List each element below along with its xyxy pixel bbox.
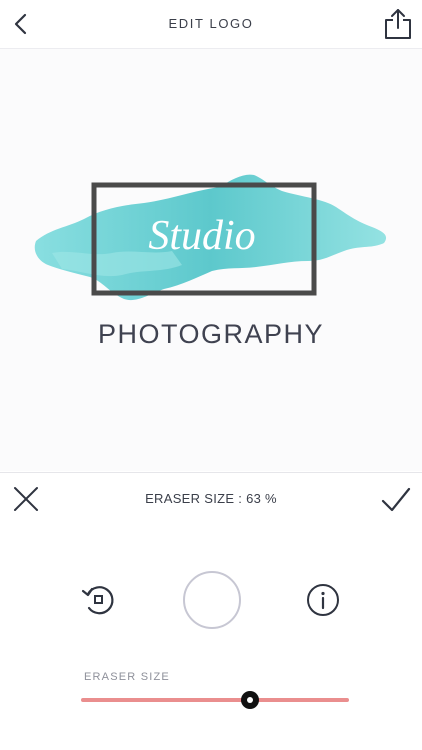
info-icon[interactable]: [306, 583, 340, 617]
eraser-size-slider-track[interactable]: [81, 698, 349, 702]
logo-graphic[interactable]: Studio: [32, 169, 390, 309]
page-title: EDIT LOGO: [168, 16, 254, 31]
logo-script-text: Studio: [148, 213, 255, 259]
eraser-size-label: ERASER SIZE: [84, 671, 170, 683]
eraser-controls: ERASER SIZE: [0, 525, 422, 750]
share-icon[interactable]: [384, 8, 412, 40]
eraser-size-slider-thumb[interactable]: [240, 691, 259, 709]
eraser-preview-circle: [183, 571, 241, 629]
edit-toolbar: ERASER SIZE : 63 %: [0, 472, 422, 526]
logo-canvas[interactable]: Studio PHOTOGRAPHY: [0, 49, 422, 471]
logo-subtitle: PHOTOGRAPHY: [97, 319, 325, 349]
top-bar: EDIT LOGO: [0, 0, 422, 49]
undo-icon[interactable]: [80, 582, 116, 618]
eraser-size-readout: ERASER SIZE : 63 %: [145, 491, 277, 506]
checkmark-icon[interactable]: [380, 485, 412, 513]
